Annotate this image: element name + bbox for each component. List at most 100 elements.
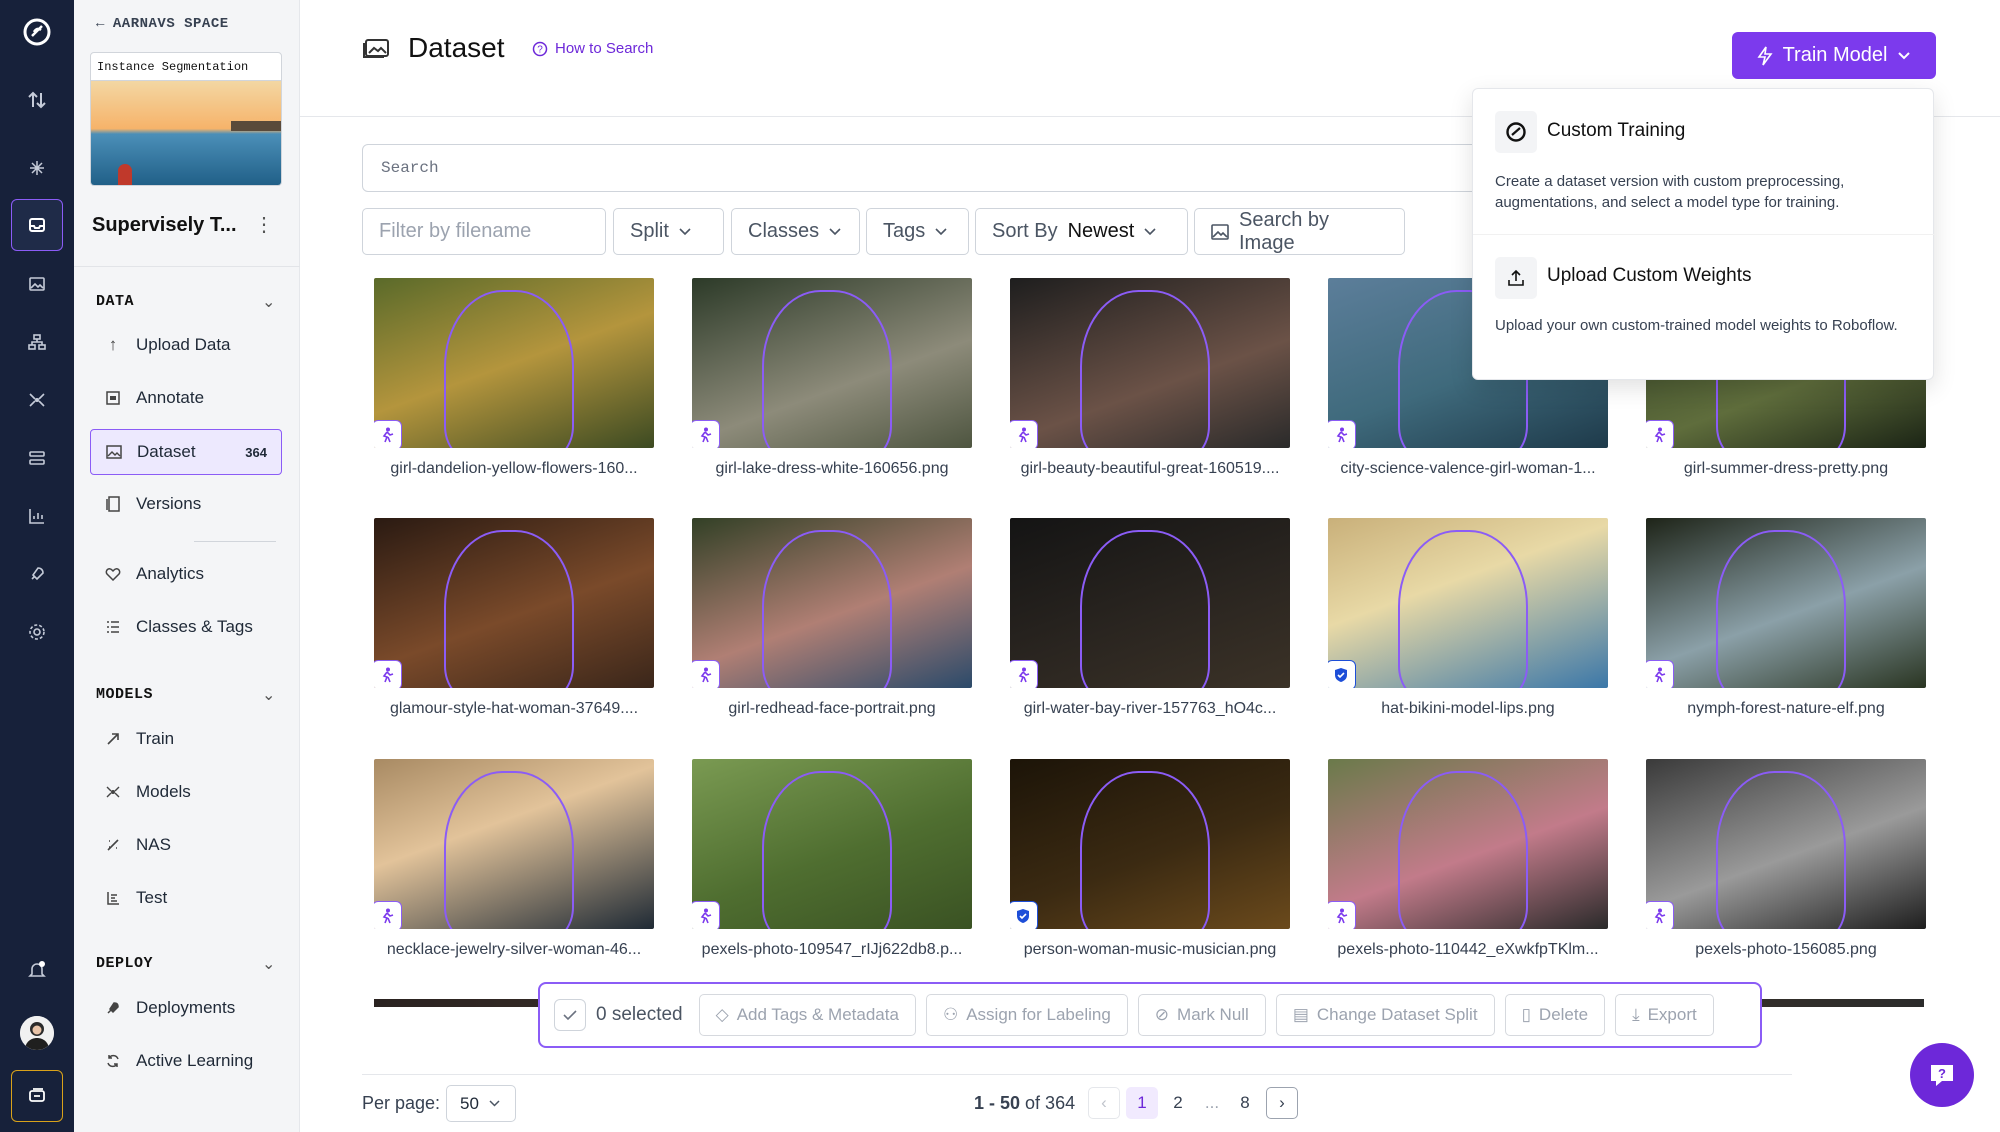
export-button[interactable]: ⤓ Export: [1615, 994, 1714, 1036]
sidebar-item-upload-data[interactable]: ↑ Upload Data: [90, 322, 282, 368]
sidebar-item-classes-tags[interactable]: Classes & Tags: [90, 604, 282, 650]
switch-workspace-icon[interactable]: [11, 74, 63, 126]
sidebar-item-test[interactable]: Test: [90, 875, 282, 921]
image-card[interactable]: pexels-photo-110442_eXwkfpTKlm...: [1328, 759, 1608, 959]
image-thumbnail[interactable]: [692, 278, 972, 448]
project-thumbnail[interactable]: Instance Segmentation: [90, 52, 282, 186]
image-card[interactable]: girl-redhead-face-portrait.png: [692, 518, 972, 718]
more-options-icon[interactable]: ⋮: [254, 212, 274, 237]
image-thumbnail[interactable]: [374, 759, 654, 929]
icon-rail: [0, 0, 74, 1132]
image-thumbnail[interactable]: [1010, 278, 1290, 448]
sparkle-icon[interactable]: [11, 142, 63, 194]
add-tags-button[interactable]: ◇ Add Tags & Metadata: [698, 994, 916, 1036]
image-thumbnail[interactable]: [1328, 759, 1608, 929]
sidebar-item-nas[interactable]: NAS: [90, 822, 282, 868]
image-filename[interactable]: nymph-forest-nature-elf.png: [1646, 700, 1926, 718]
image-filename[interactable]: necklace-jewelry-silver-woman-46...: [374, 941, 654, 959]
image-thumbnail[interactable]: [1328, 518, 1608, 688]
image-card[interactable]: girl-lake-dress-white-160656.png: [692, 278, 972, 478]
image-card[interactable]: girl-water-bay-river-157763_hO4c...: [1010, 518, 1290, 718]
assign-labeling-button[interactable]: ⚇ Assign for Labeling: [925, 994, 1128, 1036]
svg-text:?: ?: [537, 44, 543, 55]
sidebar-item-train[interactable]: Train: [90, 716, 282, 762]
image-filename[interactable]: hat-bikini-model-lips.png: [1328, 700, 1608, 718]
image-thumbnail[interactable]: [374, 518, 654, 688]
image-filename[interactable]: girl-beauty-beautiful-great-160519....: [1010, 460, 1290, 478]
chevron-down-icon[interactable]: ⌄: [262, 685, 275, 705]
image-card[interactable]: hat-bikini-model-lips.png: [1328, 518, 1608, 718]
projects-icon[interactable]: [11, 199, 63, 251]
tags-filter-dropdown[interactable]: Tags: [866, 208, 969, 255]
models-icon[interactable]: [11, 374, 63, 426]
sidebar-item-dataset[interactable]: Dataset 364: [90, 429, 282, 475]
next-page-button[interactable]: ›: [1266, 1087, 1298, 1119]
image-card[interactable]: person-woman-music-musician.png: [1010, 759, 1290, 959]
sidebar-item-analytics[interactable]: Analytics: [90, 551, 282, 597]
image-filename[interactable]: pexels-photo-156085.png: [1646, 941, 1926, 959]
notifications-bell-icon[interactable]: [11, 944, 63, 996]
image-thumbnail[interactable]: [1010, 518, 1290, 688]
image-card[interactable]: necklace-jewelry-silver-woman-46...: [374, 759, 654, 959]
sort-by-dropdown[interactable]: Sort By Newest: [975, 208, 1188, 255]
page-button[interactable]: 8: [1229, 1087, 1261, 1119]
classes-filter-dropdown[interactable]: Classes: [731, 208, 860, 255]
how-to-search-link[interactable]: ? How to Search: [532, 40, 653, 57]
image-card[interactable]: girl-beauty-beautiful-great-160519....: [1010, 278, 1290, 478]
menu-item-upload-weights[interactable]: Upload Custom Weights Upload your own cu…: [1473, 235, 1935, 381]
image-card[interactable]: pexels-photo-109547_rIJj622db8.p...: [692, 759, 972, 959]
image-thumbnail[interactable]: [692, 759, 972, 929]
sidebar-item-active-learning[interactable]: Active Learning: [90, 1038, 282, 1084]
image-filename[interactable]: pexels-photo-110442_eXwkfpTKlm...: [1328, 941, 1608, 959]
settings-gear-icon[interactable]: [11, 606, 63, 658]
docs-stack-icon[interactable]: [11, 1070, 63, 1122]
image-card[interactable]: glamour-style-hat-woman-37649....: [374, 518, 654, 718]
menu-item-custom-training[interactable]: Custom Training Create a dataset version…: [1473, 89, 1935, 234]
back-to-workspace-link[interactable]: ← AARNAVS SPACE: [96, 16, 229, 32]
mark-null-button[interactable]: ⊘ Mark Null: [1137, 994, 1266, 1036]
change-split-button[interactable]: ▤ Change Dataset Split: [1275, 994, 1495, 1036]
chevron-down-icon[interactable]: ⌄: [262, 954, 275, 974]
image-filename[interactable]: girl-dandelion-yellow-flowers-160...: [374, 460, 654, 478]
filename-filter-input[interactable]: Filter by filename: [362, 208, 606, 255]
rocket-icon[interactable]: [11, 548, 63, 600]
chart-icon[interactable]: [11, 490, 63, 542]
image-filename[interactable]: pexels-photo-109547_rIJj622db8.p...: [692, 941, 972, 959]
image-filename[interactable]: girl-redhead-face-portrait.png: [692, 700, 972, 718]
image-card[interactable]: nymph-forest-nature-elf.png: [1646, 518, 1926, 718]
image-thumbnail[interactable]: [692, 518, 972, 688]
image-filename[interactable]: girl-summer-dress-pretty.png: [1646, 460, 1926, 478]
train-model-button[interactable]: Train Model: [1732, 32, 1936, 79]
database-icon[interactable]: [11, 432, 63, 484]
image-card[interactable]: girl-dandelion-yellow-flowers-160...: [374, 278, 654, 478]
roboflow-logo-icon[interactable]: [11, 6, 63, 58]
image-filename[interactable]: glamour-style-hat-woman-37649....: [374, 700, 654, 718]
sidebar-item-versions[interactable]: Versions: [90, 481, 282, 527]
per-page-select[interactable]: 50: [446, 1085, 516, 1122]
sidebar-item-deployments[interactable]: Deployments: [90, 985, 282, 1031]
sidebar-item-models[interactable]: Models: [90, 769, 282, 815]
select-all-checkbox[interactable]: [554, 999, 586, 1031]
image-filename[interactable]: city-science-valence-girl-woman-1...: [1328, 460, 1608, 478]
image-filename[interactable]: girl-lake-dress-white-160656.png: [692, 460, 972, 478]
image-filename[interactable]: girl-water-bay-river-157763_hO4c...: [1010, 700, 1290, 718]
project-name[interactable]: Supervisely T...: [92, 214, 237, 237]
user-avatar[interactable]: [20, 1016, 54, 1050]
image-thumbnail[interactable]: [1646, 518, 1926, 688]
image-thumbnail[interactable]: [374, 278, 654, 448]
support-chat-button[interactable]: ?: [1910, 1043, 1974, 1107]
page-button-current[interactable]: 1: [1126, 1087, 1158, 1119]
delete-button[interactable]: ▯ Delete: [1504, 994, 1606, 1036]
image-thumbnail[interactable]: [1646, 759, 1926, 929]
sidebar-item-annotate[interactable]: Annotate: [90, 375, 282, 421]
image-card[interactable]: pexels-photo-156085.png: [1646, 759, 1926, 959]
prev-page-button[interactable]: ‹: [1088, 1087, 1120, 1119]
image-filename[interactable]: person-woman-music-musician.png: [1010, 941, 1290, 959]
page-button[interactable]: 2: [1162, 1087, 1194, 1119]
workflows-icon[interactable]: [11, 316, 63, 368]
split-filter-dropdown[interactable]: Split: [613, 208, 724, 255]
chevron-down-icon[interactable]: ⌄: [262, 292, 275, 312]
search-by-image-button[interactable]: Search by Image: [1194, 208, 1405, 255]
image-thumbnail[interactable]: [1010, 759, 1290, 929]
image-icon[interactable]: [11, 258, 63, 310]
